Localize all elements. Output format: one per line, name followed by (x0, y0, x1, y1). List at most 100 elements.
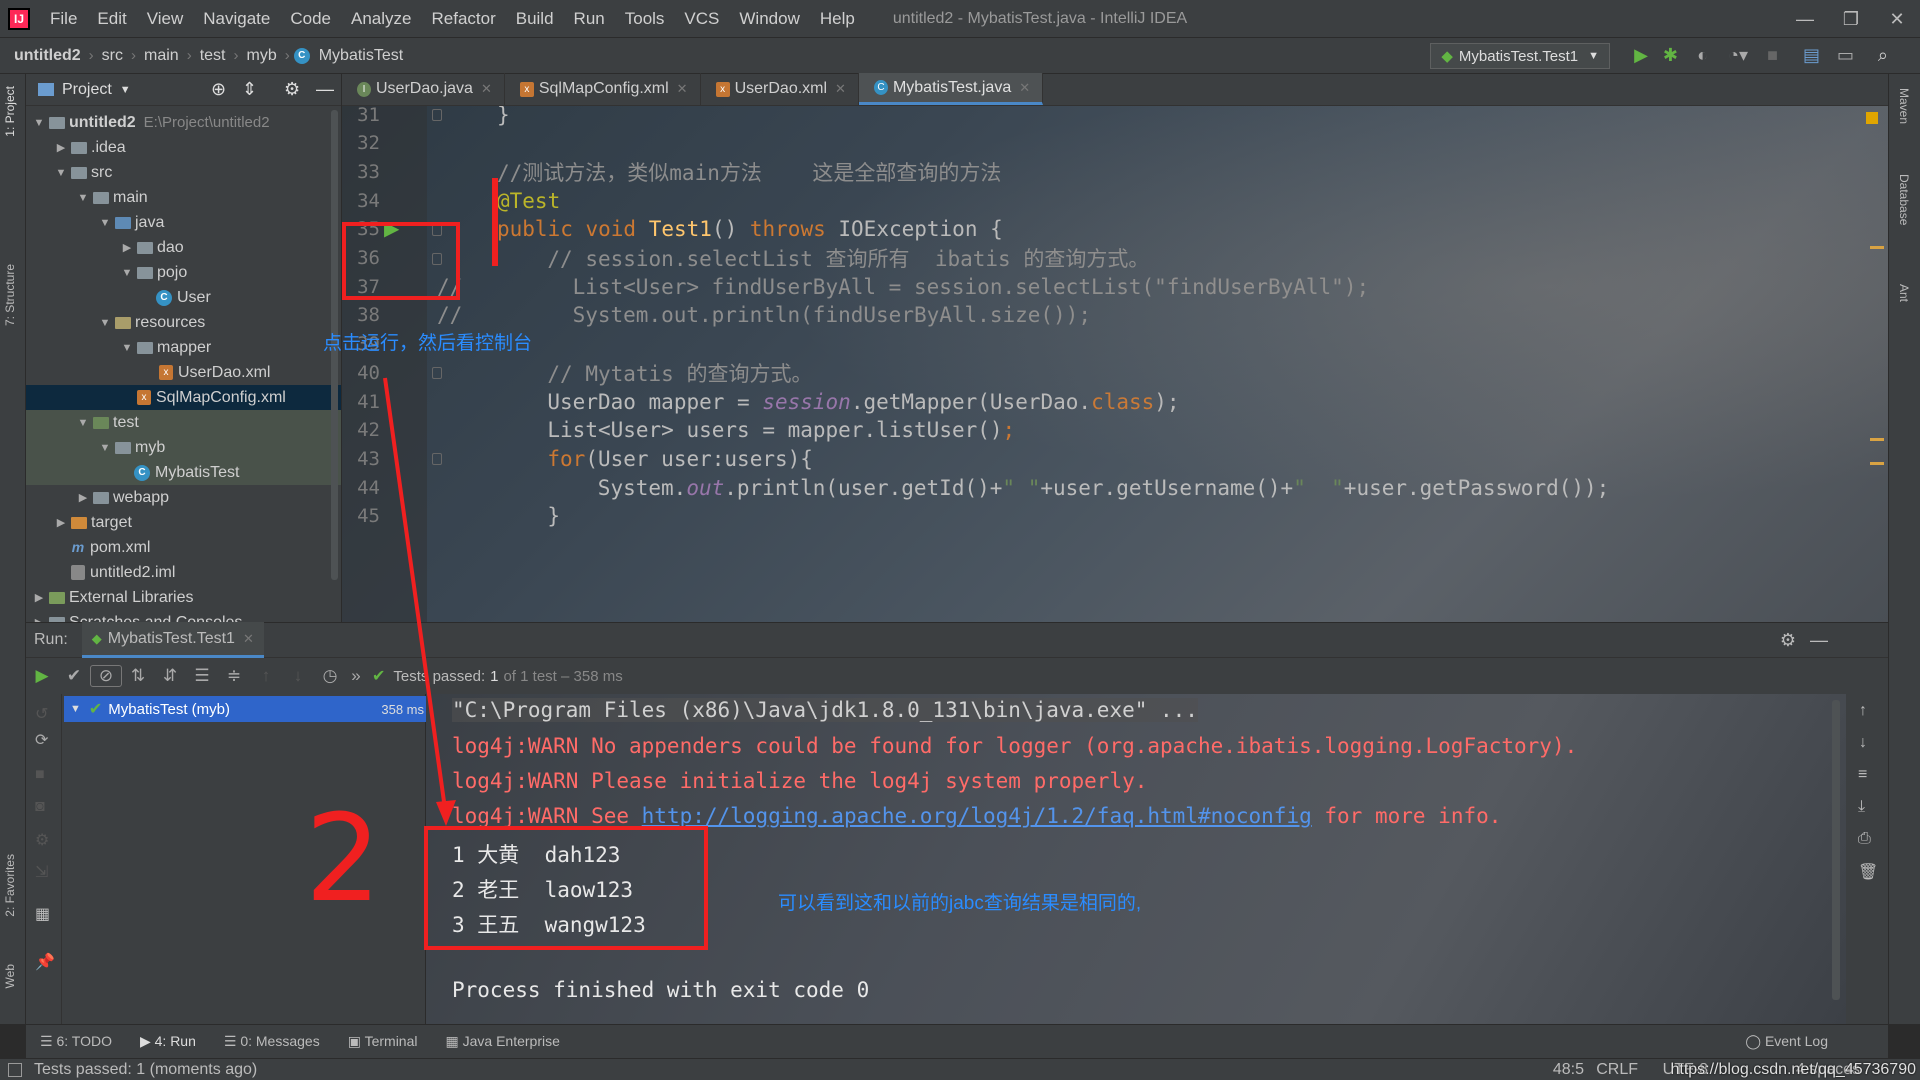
event-log[interactable]: ◯ Event Log (1745, 1033, 1828, 1050)
tree-item[interactable]: ▼ test (26, 410, 341, 435)
tool-tab-messages[interactable]: ☰ 0: Messages (210, 1033, 334, 1050)
menu-tools[interactable]: Tools (615, 9, 675, 29)
breadcrumb-test[interactable]: test (196, 47, 230, 65)
tool-tab-structure[interactable]: 7: Structure (3, 264, 17, 326)
log4j-faq-link[interactable]: http://logging.apache.org/log4j/1.2/faq.… (642, 804, 1312, 828)
breadcrumb-src[interactable]: src (98, 47, 127, 65)
status-toggle-icon[interactable] (8, 1062, 22, 1077)
breadcrumb-mybatistest[interactable]: MybatisTest (315, 47, 407, 65)
chevron-down-icon[interactable]: ▼ (98, 442, 112, 454)
show-ignored-icon[interactable]: ⊘ (90, 665, 122, 687)
sort-alpha-icon[interactable]: ⇅ (122, 666, 154, 686)
close-tab-icon[interactable]: ✕ (835, 81, 846, 97)
fold-marker-icon[interactable] (432, 109, 442, 121)
tool-tab-run[interactable]: ▶ 4: Run (126, 1033, 210, 1050)
tool-tab-maven[interactable]: Maven (1897, 88, 1911, 124)
tree-item[interactable]: ▼ resources (26, 310, 341, 335)
settings-icon[interactable]: ⚙ (35, 830, 49, 850)
fold-marker-icon[interactable] (432, 453, 442, 466)
close-tab-icon[interactable]: ✕ (1019, 80, 1030, 96)
tree-item[interactable]: ▶ .idea (26, 135, 341, 160)
prev-failed-icon[interactable]: ↑ (250, 666, 282, 686)
tool-tab-database[interactable]: Database (1897, 174, 1911, 225)
caret-position[interactable]: 48:5 (1553, 1061, 1584, 1079)
coverage-icon[interactable]: ◐ (1697, 45, 1708, 66)
tree-item[interactable]: x SqlMapConfig.xml (26, 385, 341, 410)
sort-duration-icon[interactable]: ⇵ (154, 666, 186, 686)
chevron-right-icon[interactable]: ▶ (54, 516, 68, 529)
tree-item[interactable]: ▼ src (26, 160, 341, 185)
history-icon[interactable]: ◷ (314, 666, 346, 686)
next-failed-icon[interactable]: ↓ (282, 666, 314, 686)
chevron-down-icon[interactable]: ▼ (76, 192, 90, 204)
close-tab-icon[interactable]: ✕ (243, 631, 254, 647)
collapse-all-icon[interactable]: ≑ (218, 666, 250, 686)
menu-file[interactable]: File (40, 9, 87, 29)
tool-tab-favorites[interactable]: 2: Favorites (3, 854, 17, 917)
search-icon[interactable]: ⌕ (1878, 45, 1888, 66)
run-tab[interactable]: ◆ MybatisTest.Test1 ✕ (81, 622, 264, 658)
chevron-down-icon[interactable]: ▼ (54, 167, 68, 179)
tree-item[interactable]: ▶ External Libraries (26, 585, 341, 610)
menu-help[interactable]: Help (810, 9, 865, 29)
show-passed-icon[interactable]: ✔ (58, 666, 90, 686)
chevron-right-icon[interactable]: ▶ (76, 491, 90, 504)
locate-icon[interactable]: ⊕ (211, 79, 226, 100)
menu-navigate[interactable]: Navigate (193, 9, 280, 29)
close-tab-icon[interactable]: ✕ (481, 81, 492, 97)
line-separator[interactable]: CRLF (1596, 1061, 1638, 1079)
menu-code[interactable]: Code (280, 9, 341, 29)
scroll-up-icon[interactable]: ↑ (1859, 702, 1867, 720)
rerun-failed-icon[interactable]: ↺ (35, 704, 48, 724)
code-editor[interactable]: 31 32 33 34 35 36 37 38 39 40 41 42 43 44 45}//测试方法，类似… (342, 106, 1888, 622)
tool-tab-java-enterprise[interactable]: ▦ Java Enterprise (431, 1033, 573, 1050)
chevron-down-icon[interactable]: ▼ (120, 267, 134, 279)
test-tree-item[interactable]: ▼ ✔ MybatisTest (myb) 358 ms (64, 696, 426, 722)
gear-icon[interactable]: ⚙ (284, 79, 300, 100)
chevron-down-icon[interactable]: ▼ (76, 417, 90, 429)
scroll-down-icon[interactable]: ↓ (1859, 734, 1867, 752)
breadcrumb-main[interactable]: main (140, 47, 183, 65)
tree-item[interactable]: C User (26, 285, 341, 310)
tree-item[interactable]: ▼ main (26, 185, 341, 210)
menu-view[interactable]: View (137, 9, 194, 29)
layout-icon[interactable]: ▭ (1837, 45, 1854, 66)
pin-icon[interactable]: 📌 (35, 952, 55, 972)
chevron-down-icon[interactable]: ▼ (120, 342, 134, 354)
tree-item[interactable]: untitled2.iml (26, 560, 341, 585)
editor-tab[interactable]: x SqlMapConfig.xml ✕ (505, 73, 701, 105)
export-icon[interactable]: ⇲ (35, 862, 48, 882)
breadcrumb-project[interactable]: untitled2 (10, 47, 85, 65)
collapse-all-icon[interactable]: ⇕ (242, 79, 257, 100)
run-icon[interactable]: ▶ (1634, 45, 1648, 66)
chevron-down-icon[interactable]: ▼ (70, 703, 81, 715)
editor-tab[interactable]: C MybatisTest.java ✕ (858, 73, 1044, 105)
toggle-auto-test-icon[interactable]: ⟳ (35, 730, 48, 750)
debug-icon[interactable]: ✱ (1663, 45, 1678, 66)
menu-edit[interactable]: Edit (87, 9, 136, 29)
minimize-icon[interactable]: — (1782, 0, 1828, 38)
hide-panel-icon[interactable]: — (1810, 630, 1828, 651)
tree-item[interactable]: ▶ target (26, 510, 341, 535)
clear-all-icon[interactable]: 🗑 (1858, 862, 1878, 882)
editor-tab[interactable]: I UserDao.java ✕ (342, 73, 505, 105)
tool-tab-web[interactable]: Web (3, 964, 17, 988)
tree-item[interactable]: ▶Scratches and Consoles (26, 610, 341, 622)
tree-item[interactable]: m pom.xml (26, 535, 341, 560)
close-icon[interactable]: ✕ (1874, 0, 1920, 38)
fold-marker-icon[interactable] (432, 367, 442, 380)
scroll-to-end-icon[interactable]: ⤓ (1858, 798, 1865, 816)
project-structure-icon[interactable]: ▤ (1803, 45, 1820, 66)
menu-refactor[interactable]: Refactor (421, 9, 505, 29)
maximize-icon[interactable]: ❐ (1828, 0, 1874, 38)
breadcrumb-myb[interactable]: myb (242, 47, 280, 65)
layout-icon[interactable]: ▦ (35, 904, 50, 924)
chevron-down-icon[interactable]: ▼ (98, 217, 112, 229)
tree-item[interactable]: ▶ webapp (26, 485, 341, 510)
print-icon[interactable]: ⎙ (1858, 830, 1871, 848)
tool-tab-ant[interactable]: Ant (1897, 284, 1911, 302)
chevron-right-icon[interactable]: ▶ (32, 591, 46, 604)
close-tab-icon[interactable]: ✕ (677, 81, 688, 97)
soft-wrap-icon[interactable]: ≡ (1858, 766, 1867, 784)
menu-window[interactable]: Window (729, 9, 809, 29)
